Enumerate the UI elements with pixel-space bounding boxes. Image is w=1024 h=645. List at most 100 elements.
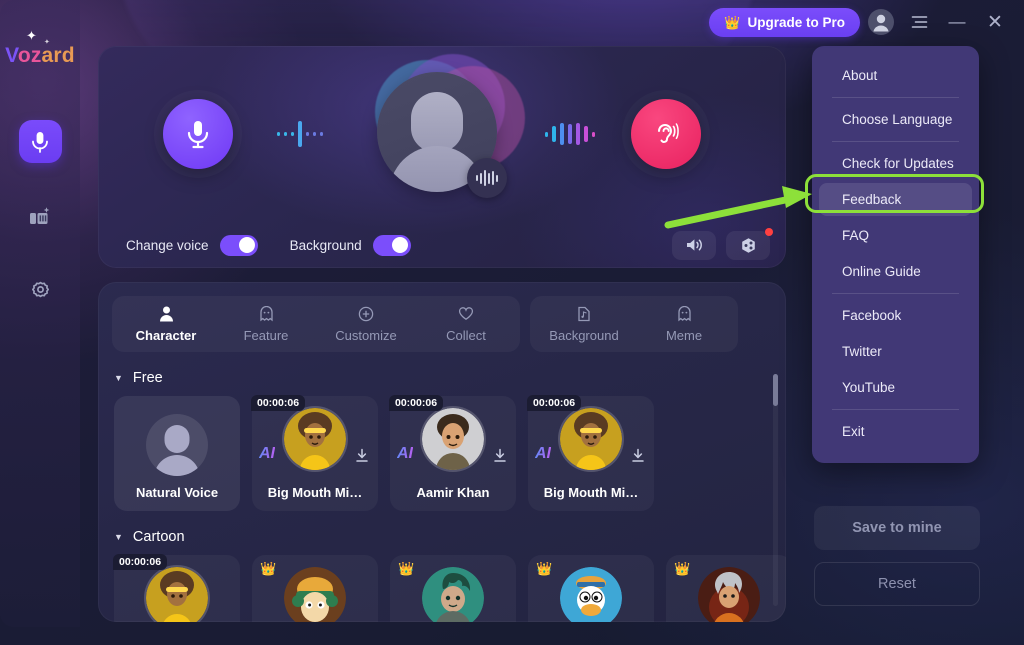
microphone-button[interactable] [163,99,233,169]
menu-item-facebook[interactable]: Facebook [819,299,972,332]
voice-card[interactable]: 👑 [666,555,786,622]
tab-collect[interactable]: Collect [416,305,516,343]
voice-thumbnail [422,408,484,470]
voice-card[interactable]: 👑 [390,555,516,622]
close-label: ✕ [987,11,1003,33]
person-icon [159,305,174,322]
voice-thumbnail [698,567,760,622]
change-voice-toggle-group: Change voice [126,234,258,256]
menu-item-choose-language[interactable]: Choose Language [819,103,972,136]
ear-icon [658,123,679,143]
tab-group-primary: Character Feature Customize Collect [112,296,520,352]
reset-button[interactable]: Reset [814,562,980,606]
chevron-down-icon: ▼ [114,532,123,542]
menu-item-twitter[interactable]: Twitter [819,335,972,368]
menu-label: Facebook [842,308,902,323]
menu-item-faq[interactable]: FAQ [819,219,972,252]
section-title-free: Free [132,370,163,386]
voice-thumbnail [146,567,208,622]
voice-card-natural[interactable]: Natural Voice [114,396,240,511]
menu-item-feedback[interactable]: Feedback [819,183,972,216]
voice-card[interactable]: 00:00:06 AI [389,395,516,511]
menu-divider [832,293,959,294]
download-icon[interactable] [493,448,507,468]
sidebar-item-ai-tools[interactable] [19,195,62,238]
save-label: Save to mine [852,520,942,536]
tab-collect-label: Collect [446,328,486,343]
logo-ard: ard [41,44,75,67]
voice-card[interactable]: 👑 [528,555,654,622]
menu-item-about[interactable]: About [819,59,972,92]
card-label: Aamir Khan [416,485,490,500]
menu-label: Twitter [842,344,882,359]
voice-thumbnail [422,567,484,622]
tab-feature[interactable]: Feature [216,305,316,343]
background-label: Background [289,237,362,253]
close-button[interactable]: ✕ [978,7,1012,37]
crown-icon: 👑 [724,14,741,30]
ai-soundboard-icon [30,206,50,224]
change-voice-label: Change voice [126,237,209,253]
voice-card[interactable]: 👑 [252,555,378,622]
change-voice-switch[interactable] [219,234,258,256]
library-scrollbar[interactable] [773,374,778,606]
voice-control-panel: Change voice Background [98,46,786,268]
card-row-cartoon: 00:00:06 👑 👑 👑 👑 [98,545,786,622]
download-icon[interactable] [355,448,369,468]
background-switch[interactable] [372,234,411,256]
menu-divider [832,141,959,142]
card-label: Natural Voice [135,485,219,500]
gear-icon [31,281,49,298]
logo-oz: oz [17,44,42,67]
menu-item-exit[interactable]: Exit [819,415,972,448]
plus-circle-icon [358,305,374,322]
card-row-free: Natural Voice 00:00:06 AI Big Mouth Mi… … [98,386,786,511]
voice-card[interactable]: 00:00:06 AI [527,395,654,511]
tab-character[interactable]: Character [116,305,216,343]
tab-background-label: Background [549,328,619,343]
voice-avatar[interactable] [365,54,525,204]
share-button[interactable] [726,227,773,260]
tab-character-label: Character [135,328,197,343]
menu-label: Choose Language [842,112,953,127]
menu-item-check-for-updates[interactable]: Check for Updates [819,147,972,180]
tab-group-secondary: Background Meme [530,296,738,352]
download-icon[interactable] [631,448,645,468]
duration-badge: 00:00:06 [251,395,306,411]
sidebar-item-voice-changer[interactable] [18,120,62,163]
microphone-icon [187,121,209,149]
tab-background[interactable]: Background [534,305,634,343]
menu-label: Online Guide [842,264,921,279]
logo-v: V [5,44,18,67]
voice-library-panel: Character Feature Customize Collect Back… [98,282,786,622]
volume-button[interactable] [672,230,716,260]
account-icon[interactable] [864,7,898,37]
section-header-free[interactable]: ▼ Free [98,352,786,386]
tab-meme[interactable]: Meme [634,305,734,343]
upgrade-to-pro-button[interactable]: 👑 Upgrade to Pro [709,7,860,37]
voice-card[interactable]: 00:00:06 [113,554,240,622]
voice-thumbnail [560,567,622,622]
sidebar-item-settings[interactable] [19,270,62,313]
main-menu-dropdown: About Choose Language Check for Updates … [812,46,979,463]
crown-icon: 👑 [398,561,415,576]
ghost-icon [677,305,692,322]
main-content: Change voice Background Character Featur… [98,46,786,622]
scrollbar-thumb[interactable] [773,374,778,406]
save-to-mine-button[interactable]: Save to mine [814,506,980,550]
duration-badge: 00:00:06 [389,395,444,411]
menu-item-online-guide[interactable]: Online Guide [819,255,972,288]
section-header-cartoon[interactable]: ▼ Cartoon [98,511,786,545]
card-label: Big Mouth Mi… [543,485,639,500]
minimize-button[interactable]: — [940,7,974,37]
natural-avatar-icon [146,414,208,476]
hamburger-menu-icon[interactable] [902,7,936,37]
listen-button[interactable] [631,99,701,169]
voice-card[interactable]: 00:00:06 AI [251,395,378,511]
share-badge-dot [765,227,773,236]
tab-customize[interactable]: Customize [316,305,416,343]
menu-item-youtube[interactable]: YouTube [819,371,972,404]
app-window: 👑 Upgrade to Pro — ✕ ✦ ✦ Vozard Change v… [0,0,1024,645]
share-icon [741,237,755,253]
tab-customize-label: Customize [335,328,397,343]
